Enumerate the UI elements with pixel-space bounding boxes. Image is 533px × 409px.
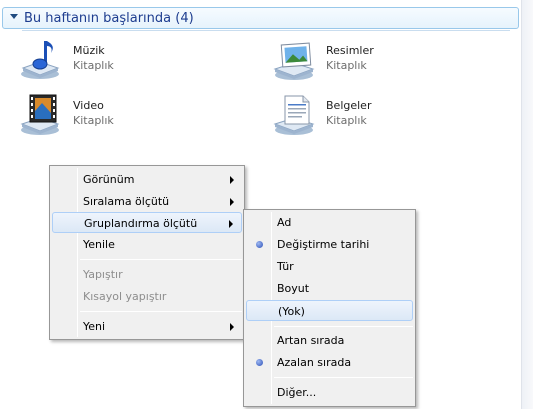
menu-item-sort-by[interactable]: Sıralama ölçütü	[52, 191, 242, 212]
group-divider	[22, 30, 510, 31]
library-item-video[interactable]: Video Kitaplık	[20, 93, 220, 139]
menu-item-label: Değiştirme tarihi	[277, 238, 370, 251]
menu-separator	[80, 259, 242, 260]
menu-item-label: Boyut	[277, 282, 310, 295]
menu-item-label: (Yok)	[278, 305, 305, 318]
submenu-arrow-icon	[229, 220, 233, 228]
library-name: Belgeler	[326, 99, 372, 112]
submenu-item-size[interactable]: Boyut	[246, 278, 413, 299]
library-type: Kitaplık	[73, 59, 114, 72]
library-item-documents[interactable]: Belgeler Kitaplık	[273, 93, 473, 139]
menu-item-label: Kısayol yapıştır	[83, 290, 167, 303]
library-name: Video	[73, 99, 104, 112]
submenu-arrow-icon	[230, 323, 234, 331]
submenu-arrow-icon	[230, 198, 234, 206]
menu-item-paste[interactable]: Yapıştır	[52, 264, 242, 285]
submenu-item-date-modified[interactable]: Değiştirme tarihi	[246, 234, 413, 255]
chevron-down-icon[interactable]	[10, 14, 18, 19]
menu-separator	[80, 311, 242, 312]
library-item-pictures[interactable]: Resimler Kitaplık	[273, 38, 473, 84]
submenu-item-none[interactable]: (Yok)	[246, 300, 413, 321]
submenu-item-more[interactable]: Diğer...	[246, 382, 413, 403]
menu-item-label: Yapıştır	[83, 268, 123, 281]
radio-selected-icon	[256, 359, 263, 366]
library-name: Resimler	[326, 44, 374, 57]
group-title: Bu haftanın başlarında (4)	[24, 11, 194, 26]
video-library-icon	[20, 93, 66, 137]
library-type: Kitaplık	[326, 59, 367, 72]
menu-item-label: Sıralama ölçütü	[83, 195, 170, 208]
menu-item-label: Görünüm	[83, 173, 135, 186]
menu-item-label: Azalan sırada	[277, 356, 352, 369]
library-item-music[interactable]: Müzik Kitaplık	[20, 38, 220, 84]
submenu-item-descending[interactable]: Azalan sırada	[246, 352, 413, 373]
library-name: Müzik	[73, 44, 105, 57]
menu-separator	[274, 326, 413, 327]
menu-item-label: Tür	[277, 260, 294, 273]
menu-item-label: Artan sırada	[277, 334, 345, 347]
menu-item-label: Diğer...	[277, 386, 317, 399]
menu-item-label: Yeni	[83, 320, 106, 333]
menu-item-refresh[interactable]: Yenile	[52, 234, 242, 255]
menu-item-label: Gruplandırma ölçütü	[84, 217, 198, 230]
menu-item-label: Yenile	[83, 238, 115, 251]
library-type: Kitaplık	[326, 114, 367, 127]
menu-item-view[interactable]: Görünüm	[52, 169, 242, 190]
radio-selected-icon	[256, 241, 263, 248]
menu-item-paste-shortcut[interactable]: Kısayol yapıştır	[52, 286, 242, 307]
submenu-item-name[interactable]: Ad	[246, 212, 413, 233]
submenu-item-type[interactable]: Tür	[246, 256, 413, 277]
pictures-library-icon	[273, 38, 319, 82]
music-library-icon	[20, 38, 66, 82]
group-by-submenu: Ad Değiştirme tarihi Tür Boyut (Yok) Art…	[243, 209, 416, 407]
context-menu: Görünüm Sıralama ölçütü Gruplandırma ölç…	[49, 165, 245, 340]
library-type: Kitaplık	[73, 114, 114, 127]
submenu-item-ascending[interactable]: Artan sırada	[246, 330, 413, 351]
group-header[interactable]: Bu haftanın başlarında (4)	[2, 7, 519, 29]
menu-item-new[interactable]: Yeni	[52, 316, 242, 337]
vertical-scrollbar[interactable]	[521, 0, 533, 409]
documents-library-icon	[273, 93, 319, 137]
menu-item-group-by[interactable]: Gruplandırma ölçütü	[52, 212, 242, 233]
menu-item-label: Ad	[277, 216, 292, 229]
submenu-arrow-icon	[230, 176, 234, 184]
menu-separator	[274, 377, 413, 378]
